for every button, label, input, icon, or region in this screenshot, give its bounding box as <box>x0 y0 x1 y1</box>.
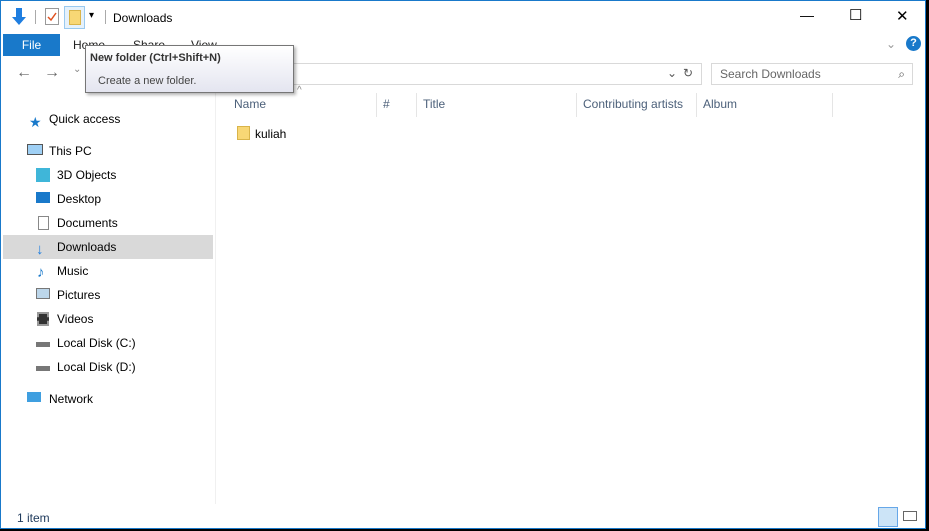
nav-this-pc[interactable]: This PC <box>3 139 213 163</box>
help-icon[interactable]: ? <box>906 36 921 51</box>
search-placeholder: Search Downloads <box>720 67 821 81</box>
back-button[interactable]: ← <box>16 64 32 82</box>
recent-locations-button[interactable]: ⌄ <box>73 64 81 75</box>
nav-label: Desktop <box>57 192 102 206</box>
search-icon: ⌕ <box>898 67 905 81</box>
search-input[interactable]: Search Downloads ⌕ <box>711 63 913 85</box>
status-item-count: 1 item <box>17 511 50 525</box>
column-header-title[interactable]: Title <box>423 97 445 117</box>
customize-toolbar-icon[interactable]: ▾ <box>89 10 94 21</box>
address-dropdown-icon[interactable]: ⌄ <box>667 66 677 80</box>
nav-label: Pictures <box>57 288 101 302</box>
star-icon: ★ <box>29 114 42 130</box>
nav-label: Local Disk (C:) <box>57 336 136 350</box>
tooltip-body: Create a new folder. <box>98 75 197 87</box>
details-view-button[interactable] <box>878 507 898 527</box>
large-icons-view-button[interactable] <box>903 511 917 521</box>
nav-music[interactable]: ♪ Music <box>3 259 213 283</box>
nav-label: Music <box>57 264 89 278</box>
maximize-button[interactable]: ☐ <box>849 6 862 24</box>
nav-label: Network <box>49 392 94 406</box>
nav-pictures[interactable]: Pictures <box>3 283 213 307</box>
drive-icon <box>36 342 50 347</box>
pane-splitter[interactable] <box>215 89 216 504</box>
sort-ascending-icon: ^ <box>297 85 302 96</box>
close-button[interactable]: ✕ <box>896 7 909 25</box>
download-arrow-icon: ↓ <box>36 241 44 258</box>
downloads-icon <box>12 8 26 25</box>
nav-local-disk-c[interactable]: Local Disk (C:) <box>3 331 213 355</box>
properties-icon[interactable] <box>45 8 59 25</box>
explorer-window: ▾ Downloads — ☐ ✕ File Home Share View ⌄… <box>0 0 926 529</box>
column-header-album[interactable]: Album <box>703 97 737 117</box>
document-icon <box>38 216 49 230</box>
tooltip-title: New folder (Ctrl+Shift+N) <box>90 52 221 64</box>
folder-icon <box>237 126 250 140</box>
drive-icon <box>36 366 50 371</box>
title-bar: ▾ Downloads — ☐ ✕ <box>1 1 925 33</box>
nav-desktop[interactable]: Desktop <box>3 187 213 211</box>
nav-local-disk-d[interactable]: Local Disk (D:) <box>3 355 213 379</box>
nav-label: Videos <box>57 312 94 326</box>
minimize-button[interactable]: — <box>800 7 814 23</box>
nav-downloads[interactable]: ↓ Downloads <box>3 235 213 259</box>
file-name: kuliah <box>255 127 287 141</box>
refresh-icon[interactable]: ↻ <box>683 66 693 80</box>
nav-label: 3D Objects <box>57 168 117 182</box>
nav-label: Local Disk (D:) <box>57 360 136 374</box>
nav-label: Documents <box>57 216 118 230</box>
column-header-number[interactable]: # <box>383 97 390 117</box>
expand-ribbon-icon[interactable]: ⌄ <box>886 37 896 51</box>
nav-label: Downloads <box>57 240 117 254</box>
tooltip: New folder (Ctrl+Shift+N) Create a new f… <box>85 45 294 93</box>
videos-icon <box>37 312 49 326</box>
address-field[interactable]: ⌄ ↻ <box>292 63 702 85</box>
forward-button[interactable]: → <box>44 64 60 82</box>
nav-label: This PC <box>49 144 92 158</box>
column-header-name[interactable]: Name <box>234 97 266 117</box>
network-icon <box>27 392 41 402</box>
tab-file[interactable]: File <box>3 34 60 56</box>
window-title: Downloads <box>113 11 173 25</box>
music-icon: ♪ <box>37 264 45 281</box>
computer-icon <box>27 144 43 155</box>
nav-documents[interactable]: Documents <box>3 211 213 235</box>
nav-quick-access[interactable]: ★ Quick access <box>3 107 213 131</box>
cube-icon <box>36 168 50 182</box>
nav-label: Quick access <box>49 112 121 126</box>
navigation-pane: ★ Quick access This PC 3D Objects Desktop… <box>1 99 213 504</box>
nav-network[interactable]: Network <box>3 387 213 411</box>
pictures-icon <box>36 288 50 299</box>
nav-videos[interactable]: Videos <box>3 307 213 331</box>
nav-3d-objects[interactable]: 3D Objects <box>3 163 213 187</box>
desktop-icon <box>36 192 50 203</box>
new-folder-button[interactable] <box>64 6 85 29</box>
column-header-contributing-artists[interactable]: Contributing artists <box>583 97 683 117</box>
